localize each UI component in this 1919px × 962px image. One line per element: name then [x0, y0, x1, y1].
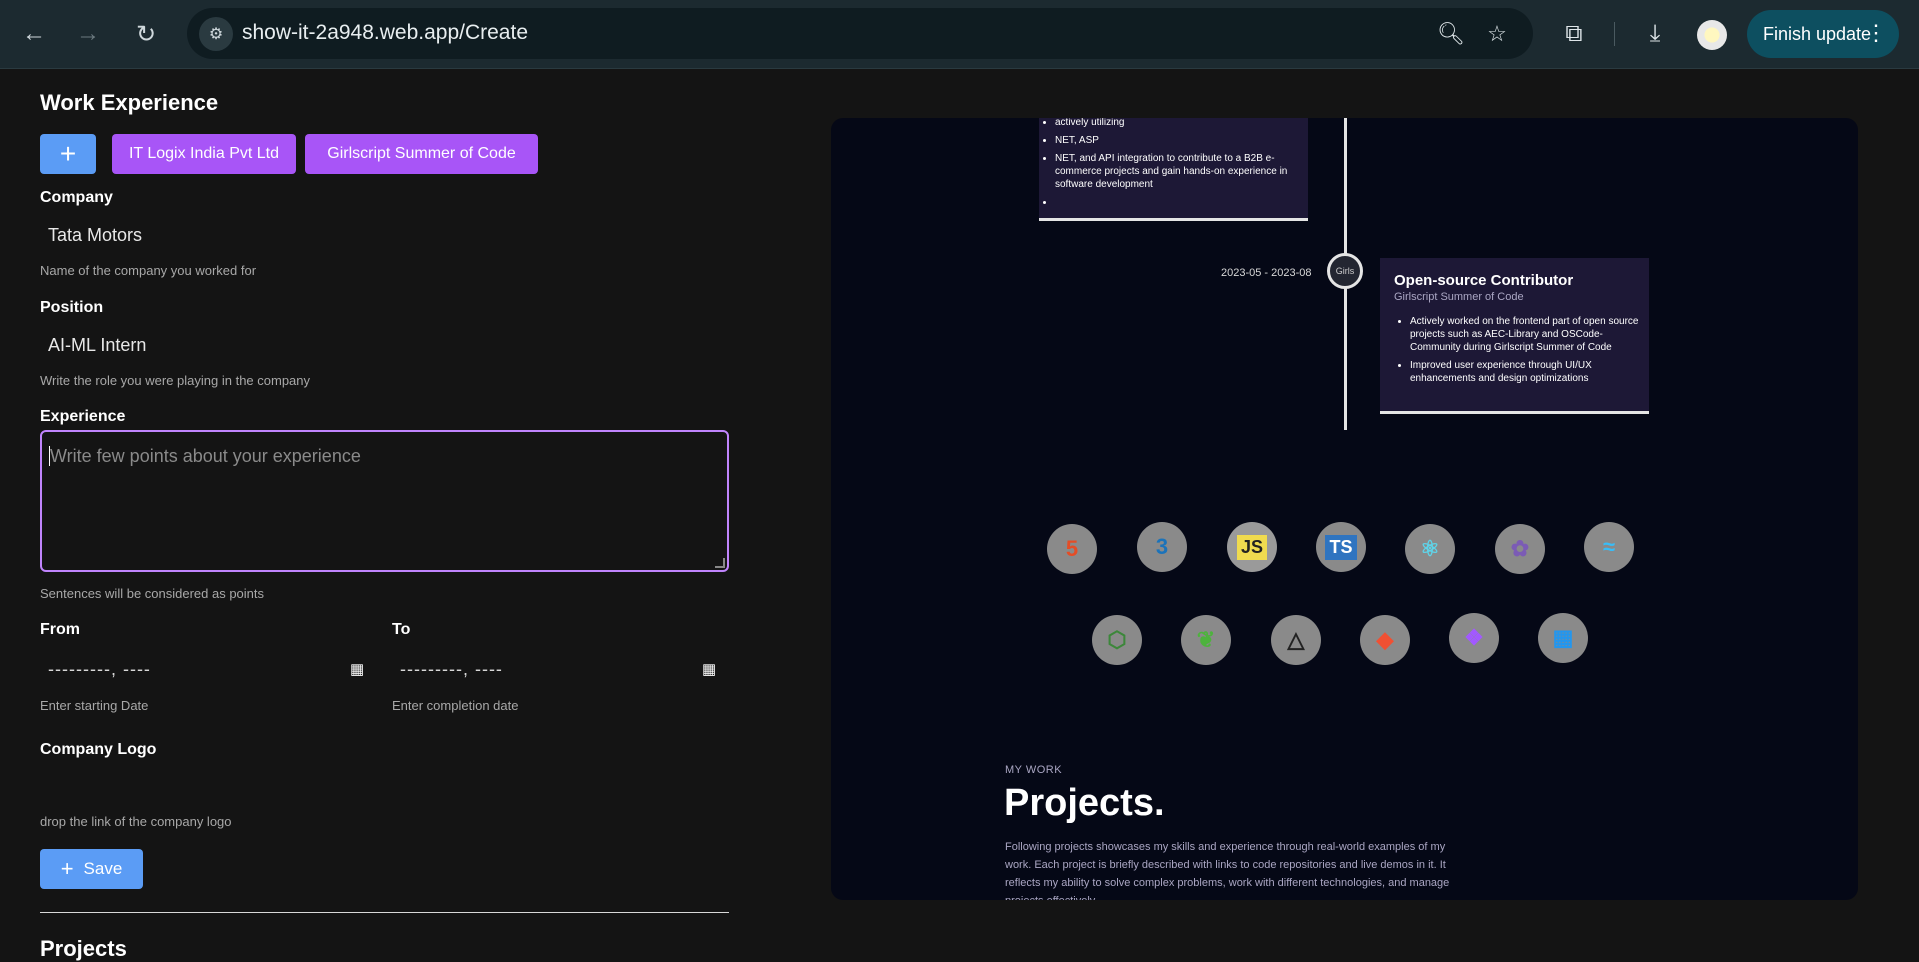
site-info-icon[interactable]: ⚙	[199, 17, 233, 51]
react-icon: ⚛	[1405, 524, 1455, 574]
menu-icon[interactable]: ⋮	[1865, 20, 1887, 46]
add-experience-button[interactable]: +	[40, 134, 96, 174]
section-title: Work Experience	[40, 90, 219, 115]
card-title: Open-source Contributor	[1394, 272, 1574, 289]
nodejs-icon: ⬡	[1092, 615, 1142, 665]
projects-section-title: Projects	[40, 936, 127, 961]
position-help: Write the role you were playing in the c…	[40, 373, 311, 388]
experience-chip[interactable]: IT Logix India Pvt Ltd	[112, 134, 296, 174]
zoom-icon[interactable]: 🔍︎	[1435, 18, 1467, 50]
reload-icon[interactable]: ↻	[126, 14, 166, 54]
timeline-date: 2023-05 - 2023-08	[1221, 267, 1312, 279]
card-point: actively utilizing	[1055, 118, 1308, 129]
from-help: Enter starting Date	[40, 698, 149, 713]
card-point: NET, and API integration to contribute t…	[1055, 152, 1308, 191]
to-help: Enter completion date	[392, 698, 519, 713]
company-logo-label: Company Logo	[40, 741, 157, 758]
save-label: Save	[83, 859, 123, 878]
avatar[interactable]	[1697, 20, 1727, 50]
html-icon: 5	[1047, 524, 1097, 574]
to-date-field[interactable]: ---------, ----	[400, 659, 503, 680]
calendar-icon[interactable]: ▦	[350, 660, 364, 678]
tailwind-icon: ≈	[1584, 522, 1634, 572]
experience-placeholder: Write few points about your experience	[50, 446, 361, 466]
download-icon[interactable]: ⤓	[1638, 17, 1672, 51]
docker-icon: ▦	[1538, 613, 1588, 663]
finish-update-button[interactable]: Finish update ⋮	[1747, 10, 1899, 58]
experience-form: Work Experience + IT Logix India Pvt Ltd…	[40, 68, 730, 961]
resize-handle-icon[interactable]	[715, 558, 725, 568]
finish-update-label: Finish update	[1763, 23, 1872, 44]
card-company: Girlscript Summer of Code	[1394, 291, 1524, 303]
forward-icon[interactable]: →	[68, 14, 108, 54]
projects-heading: Projects.	[1004, 782, 1165, 824]
experience-chip[interactable]: Girlscript Summer of Code	[305, 134, 538, 174]
card-point: NET, ASP	[1055, 134, 1308, 147]
git-icon: ◆	[1360, 615, 1410, 665]
redux-icon: ✿	[1495, 524, 1545, 574]
card-point: Improved user experience through UI/UX e…	[1410, 359, 1639, 385]
position-label: Position	[40, 299, 104, 316]
extensions-icon[interactable]: ⧉	[1557, 17, 1591, 51]
section-subtitle: MY WORK	[1005, 764, 1063, 776]
threejs-icon: △	[1271, 615, 1321, 665]
browser-toolbar: ← → ↻ ⚙ show-it-2a948.web.app/Create 🔍︎ …	[0, 0, 1919, 69]
address-bar[interactable]: ⚙ show-it-2a948.web.app/Create 🔍︎ ☆	[187, 8, 1533, 59]
projects-description: Following projects showcases my skills a…	[1005, 841, 1450, 900]
toolbar-divider	[1614, 22, 1615, 46]
company-logo-icon: Girls	[1327, 253, 1363, 289]
plus-icon: +	[60, 856, 74, 881]
experience-card: actively utilizing NET, ASP NET, and API…	[1039, 118, 1308, 221]
company-help: Name of the company you worked for	[40, 263, 257, 278]
position-field[interactable]: AI-ML Intern	[48, 335, 146, 356]
card-point	[1055, 196, 1308, 209]
section-divider	[40, 912, 729, 913]
save-button[interactable]: + Save	[40, 849, 143, 889]
experience-card: Open-source Contributor Girlscript Summe…	[1380, 258, 1649, 414]
typescript-icon: TS	[1316, 522, 1366, 572]
javascript-icon: JS	[1227, 522, 1277, 572]
company-logo-help: drop the link of the company logo	[40, 814, 232, 829]
calendar-icon[interactable]: ▦	[702, 660, 716, 678]
back-icon[interactable]: ←	[14, 14, 54, 54]
experience-help: Sentences will be considered as points	[40, 586, 265, 601]
figma-icon: ❖	[1449, 613, 1499, 663]
company-label: Company	[40, 189, 113, 206]
star-icon[interactable]: ☆	[1481, 18, 1513, 50]
to-label: To	[392, 621, 411, 638]
portfolio-preview: actively utilizing NET, ASP NET, and API…	[831, 118, 1858, 900]
css-icon: 3	[1137, 522, 1187, 572]
from-label: From	[40, 621, 80, 638]
url-text[interactable]: show-it-2a948.web.app/Create	[242, 21, 528, 45]
mongodb-icon: ❦	[1181, 615, 1231, 665]
from-date-field[interactable]: ---------, ----	[48, 659, 151, 680]
company-field[interactable]: Tata Motors	[48, 225, 142, 246]
card-point: Actively worked on the frontend part of …	[1410, 315, 1639, 354]
experience-textarea[interactable]: Write few points about your experience	[40, 430, 729, 572]
experience-label: Experience	[40, 408, 126, 425]
company-logo-field[interactable]	[40, 768, 729, 798]
